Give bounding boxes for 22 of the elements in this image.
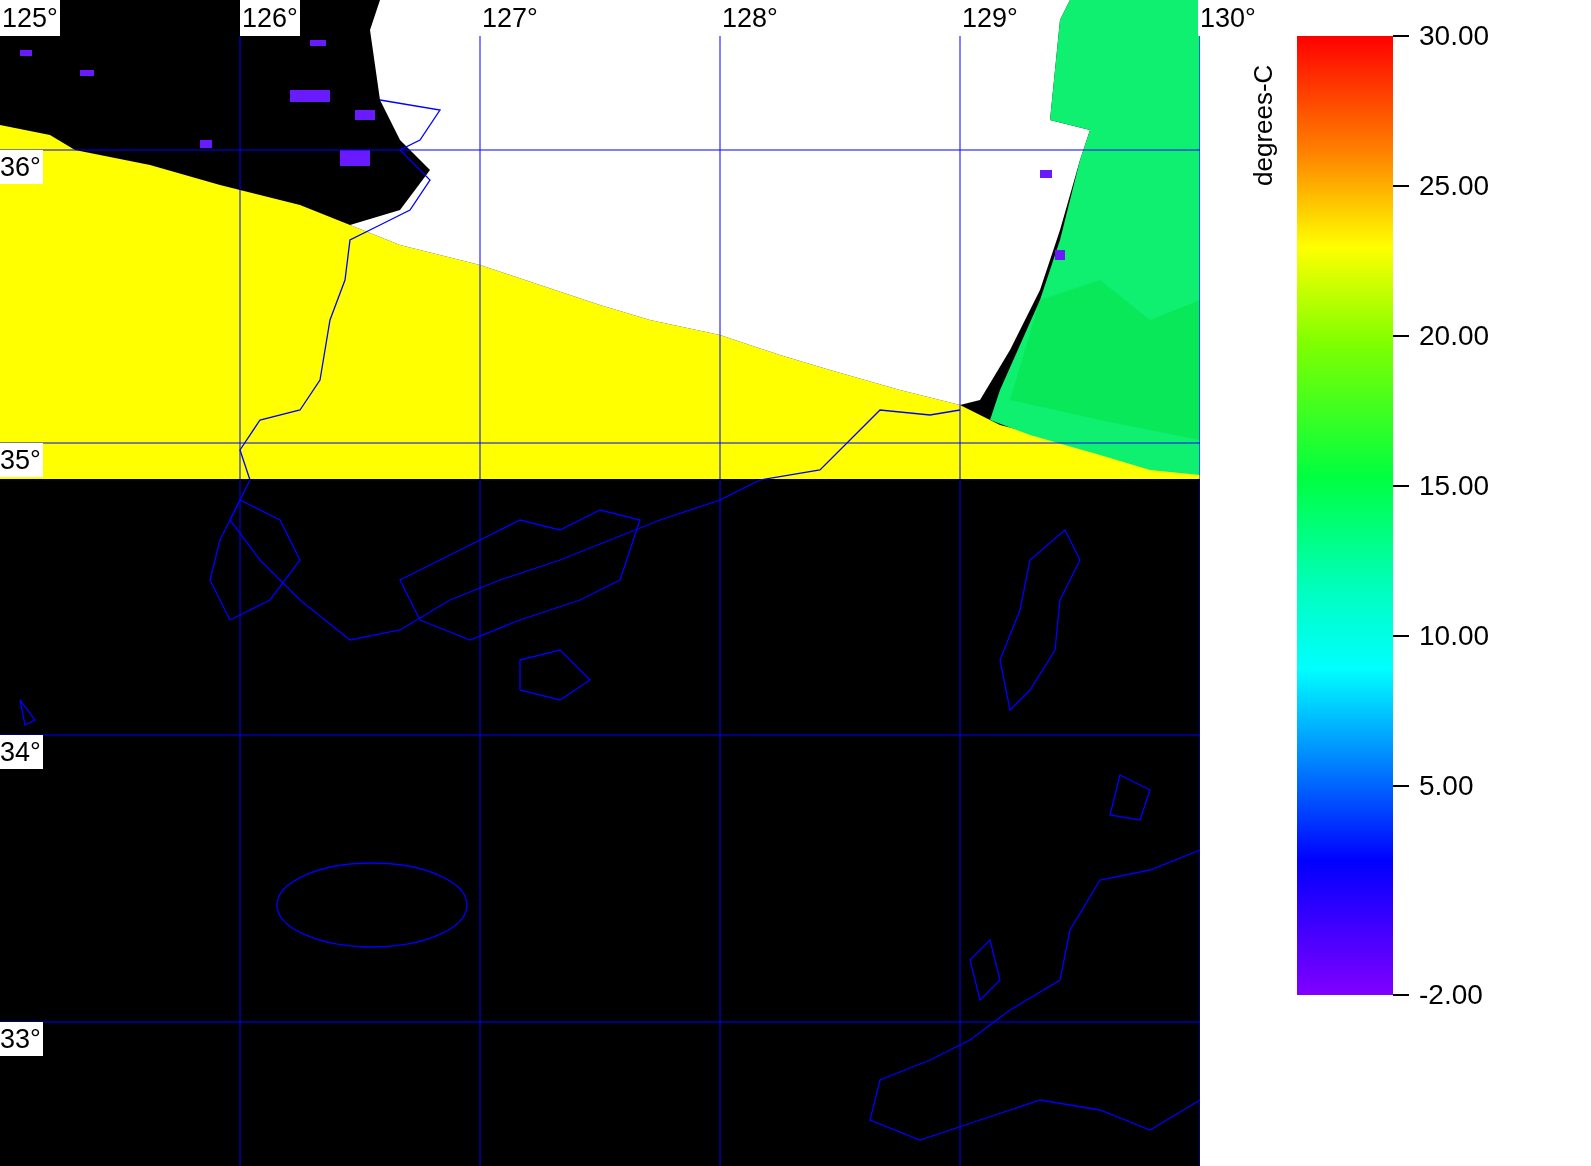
tick-mark <box>1393 485 1409 487</box>
tick-mark <box>1393 335 1409 337</box>
tick-mark <box>1393 35 1409 37</box>
tick-mark <box>1393 785 1409 787</box>
tick-label: 10.00 <box>1419 620 1490 652</box>
tick-label: -2.00 <box>1419 979 1483 1011</box>
latitude-label: 33° <box>0 1022 43 1056</box>
tick-mark <box>1393 994 1409 996</box>
latitude-label: 34° <box>0 735 43 769</box>
latitude-label: 36° <box>0 150 43 184</box>
tick-label: 5.00 <box>1419 770 1474 802</box>
tick-mark <box>1393 185 1409 187</box>
tick-label: 30.00 <box>1419 20 1490 52</box>
tick-label: 20.00 <box>1419 320 1490 352</box>
longitude-label: 126° <box>240 0 300 36</box>
longitude-label: 125° <box>0 0 60 36</box>
latitude-label: 35° <box>0 443 43 477</box>
unit-label: degrees-C <box>1247 64 1279 186</box>
longitude-label: 130° <box>1198 0 1258 36</box>
tick-label: 25.00 <box>1419 170 1490 202</box>
tick-label: 15.00 <box>1419 470 1490 502</box>
tick-mark <box>1393 635 1409 637</box>
